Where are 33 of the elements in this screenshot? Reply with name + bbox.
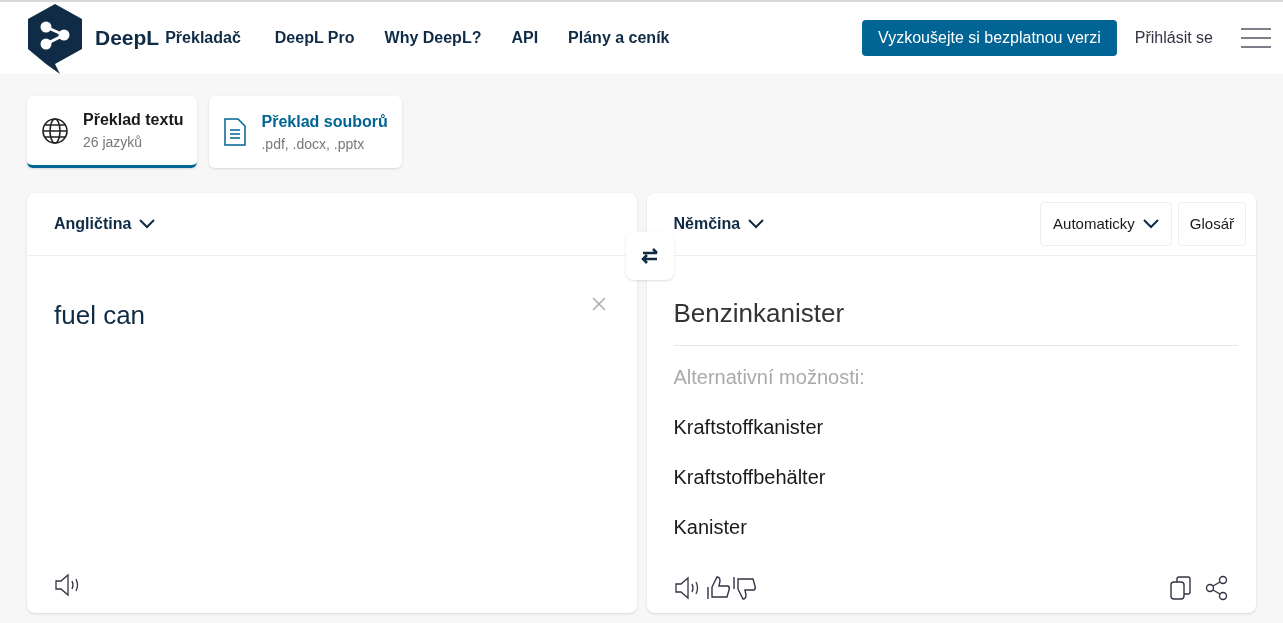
nav-link[interactable]: DeepL Pro: [274, 26, 355, 50]
glossary-button[interactable]: Glosář: [1177, 202, 1246, 246]
globe-icon: [41, 116, 69, 145]
mode-tab[interactable]: Překlad textu 26 jazyků: [27, 96, 198, 168]
alternative-option[interactable]: Kanister: [673, 512, 1238, 542]
source-text[interactable]: fuel can: [54, 296, 591, 573]
alternative-option[interactable]: Kraftstoffkanister: [673, 412, 1238, 442]
chevron-down-icon: [748, 219, 765, 229]
login-link[interactable]: Přihlásit se: [1134, 26, 1213, 50]
mode-tab[interactable]: Překlad souborů .pdf, .docx, .pptx: [209, 96, 402, 168]
product-name[interactable]: Překladač: [165, 26, 241, 50]
chevron-down-icon: [139, 219, 156, 229]
translation-text: Benzinkanister: [673, 294, 1238, 346]
swap-icon: [641, 247, 659, 265]
brand-name[interactable]: DeepL: [95, 22, 160, 54]
free-trial-button[interactable]: Vyzkoušejte si bezplatnou verzi: [862, 20, 1117, 56]
menu-icon[interactable]: [1241, 27, 1271, 49]
document-icon: [223, 117, 248, 147]
source-language-dropdown[interactable]: Angličtina: [54, 212, 156, 236]
swap-languages-button[interactable]: [626, 232, 674, 280]
copy-icon[interactable]: [1169, 575, 1193, 601]
formality-dropdown[interactable]: Automaticky: [1040, 202, 1172, 246]
chevron-down-icon: [1142, 219, 1159, 229]
thumbs-up-icon[interactable]: [705, 575, 732, 601]
share-icon[interactable]: [1205, 575, 1229, 601]
alternative-option[interactable]: Kraftstoffbehälter: [673, 462, 1238, 492]
logo-icon[interactable]: [26, 2, 84, 74]
nav-link[interactable]: Why DeepL?: [384, 26, 482, 50]
alternatives-label: Alternativní možnosti:: [673, 365, 866, 390]
nav-link[interactable]: API: [511, 26, 539, 50]
nav-link[interactable]: Plány a ceník: [568, 26, 670, 50]
target-language-dropdown[interactable]: Němčina: [673, 212, 765, 236]
thumbs-down-icon[interactable]: [731, 575, 758, 601]
